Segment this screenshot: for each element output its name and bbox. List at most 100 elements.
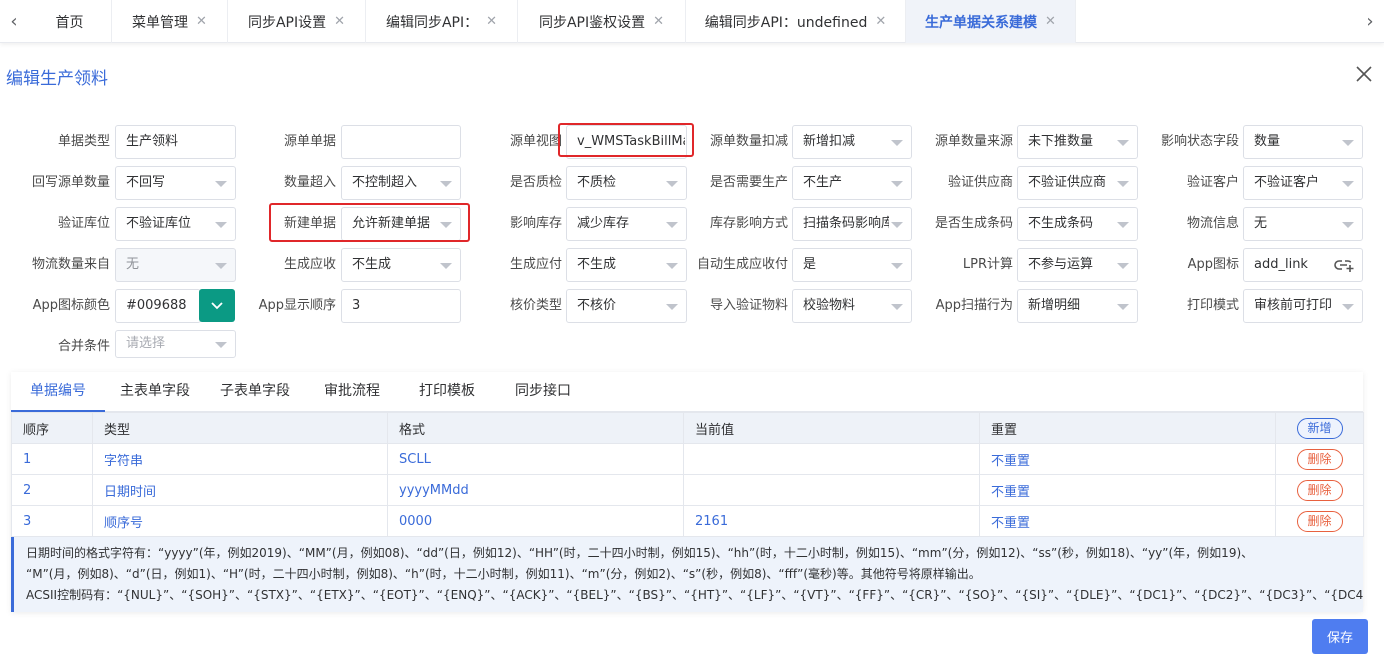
close-icon[interactable]: ✕ xyxy=(653,14,664,29)
label-app-scan-behavior: App扫描行为 xyxy=(935,298,1013,313)
panel-tab-bar: 单据编号 主表单字段 子表单字段 审批流程 打印模板 同步接口 xyxy=(11,372,1363,412)
tabs-scroll-right-icon[interactable]: › xyxy=(1356,0,1384,43)
source-doc-input[interactable] xyxy=(341,125,461,159)
chevron-down-icon xyxy=(666,304,678,310)
close-icon[interactable]: ✕ xyxy=(334,14,345,29)
tabs-scroll-left-icon[interactable]: ‹ xyxy=(0,0,28,43)
label-app-display-order: App显示顺序 xyxy=(258,298,336,313)
gen-payable-select[interactable]: 不生成 xyxy=(566,248,687,282)
label-writeback-qty: 回写源单数量 xyxy=(31,175,110,190)
label-status-field: 影响状态字段 xyxy=(1160,134,1239,149)
tab-label: 同步API鉴权设置 xyxy=(538,14,646,31)
save-button[interactable]: 保存 xyxy=(1312,619,1368,654)
column-header: 当前值 xyxy=(683,412,980,444)
quality-check-select[interactable]: 不质检 xyxy=(566,166,687,200)
tab-label: 首页 xyxy=(55,14,84,31)
status-field-select[interactable]: 数量 xyxy=(1243,125,1363,159)
column-header-actions: 新增 xyxy=(1275,412,1364,444)
delete-button[interactable]: 删除 xyxy=(1296,448,1343,470)
tab-doc-numbering[interactable]: 单据编号 xyxy=(11,372,105,412)
cell-current-value: 2161 xyxy=(683,505,980,537)
source-qty-origin-select[interactable]: 未下推数量 xyxy=(1017,125,1138,159)
cell-reset: 不重置 xyxy=(979,474,1276,506)
column-header: 重置 xyxy=(979,412,1276,444)
chevron-down-icon xyxy=(891,140,903,146)
gen-barcode-select[interactable]: 不生成条码 xyxy=(1017,207,1138,241)
tab-sync-interface[interactable]: 同步接口 xyxy=(495,372,591,412)
stock-mode-select[interactable]: 扫描条码影响库存 xyxy=(792,207,912,241)
close-icon[interactable]: ✕ xyxy=(1045,14,1056,29)
tab-label: 同步API设置 xyxy=(247,14,327,31)
label-import-verify-material: 导入验证物料 xyxy=(709,298,788,313)
add-link-icon[interactable] xyxy=(1334,257,1354,273)
tab-label: 编辑同步API： xyxy=(385,14,479,31)
app-icon-input[interactable]: add_link xyxy=(1243,248,1363,282)
gen-receivable-select[interactable]: 不生成 xyxy=(341,248,461,282)
cell-format: yyyyMMdd xyxy=(387,474,684,506)
table-row[interactable]: 2 日期时间 yyyyMMdd 不重置 删除 xyxy=(11,474,1364,506)
chevron-down-icon xyxy=(1117,304,1129,310)
logistics-info-select[interactable]: 无 xyxy=(1243,207,1363,241)
app-display-order-input[interactable]: 3 xyxy=(341,289,461,323)
label-need-production: 是否需要生产 xyxy=(709,175,788,190)
chevron-down-icon xyxy=(1117,181,1129,187)
note-line: ACSII控制码有：“{NUL}”、“{SOH}”、“{STX}”、“{ETX}… xyxy=(26,588,1363,602)
verify-customer-select[interactable]: 不验证客户 xyxy=(1243,166,1363,200)
verify-location-select[interactable]: 不验证库位 xyxy=(115,207,236,241)
tab-approval-flow[interactable]: 审批流程 xyxy=(305,372,399,412)
tab-production-doc-modeling[interactable]: 生产单据关系建模 ✕ xyxy=(906,0,1076,43)
merge-condition-select[interactable]: 请选择 xyxy=(115,330,236,358)
tab-sync-api-auth-settings[interactable]: 同步API鉴权设置 ✕ xyxy=(518,0,686,43)
import-verify-material-select[interactable]: 校验物料 xyxy=(792,289,912,323)
table-row[interactable]: 3 顺序号 0000 2161 不重置 删除 xyxy=(11,505,1364,537)
pricing-type-select[interactable]: 不核价 xyxy=(566,289,687,323)
table-row[interactable]: 1 字符串 SCLL 不重置 删除 xyxy=(11,443,1364,475)
cell-current-value xyxy=(683,474,980,506)
close-icon[interactable]: ✕ xyxy=(486,14,497,29)
close-icon[interactable]: ✕ xyxy=(196,14,207,29)
chevron-down-icon xyxy=(1342,222,1354,228)
need-production-select[interactable]: 不生产 xyxy=(792,166,912,200)
label-affect-stock: 影响库存 xyxy=(509,216,562,231)
logistics-qty-from-select[interactable]: 无 xyxy=(115,248,236,282)
numbering-table: 顺序 类型 格式 当前值 重置 新增 1 字符串 SCLL 不重置 删除 2 日… xyxy=(11,412,1364,537)
tab-sync-api-settings[interactable]: 同步API设置 ✕ xyxy=(228,0,366,43)
app-icon-color-input[interactable]: #009688 xyxy=(115,289,201,323)
tabs-panel: 单据编号 主表单字段 子表单字段 审批流程 打印模板 同步接口 顺序 类型 格式… xyxy=(11,372,1364,612)
label-qty-over: 数量超入 xyxy=(283,175,336,190)
tab-main-form-fields[interactable]: 主表单字段 xyxy=(105,372,205,412)
label-quality-check: 是否质检 xyxy=(509,175,562,190)
delete-button[interactable]: 删除 xyxy=(1296,510,1343,532)
tab-sub-form-fields[interactable]: 子表单字段 xyxy=(205,372,305,412)
label-verify-supplier: 验证供应商 xyxy=(947,175,1013,190)
affect-stock-select[interactable]: 减少库存 xyxy=(566,207,687,241)
cell-reset: 不重置 xyxy=(979,443,1276,475)
tab-print-template[interactable]: 打印模板 xyxy=(399,372,495,412)
auto-gen-ar-ap-select[interactable]: 是 xyxy=(792,248,912,282)
lpr-calc-select[interactable]: 不参与运算 xyxy=(1017,248,1138,282)
print-mode-select[interactable]: 审核前可打印 xyxy=(1243,289,1363,323)
qty-over-select[interactable]: 不控制超入 xyxy=(341,166,461,200)
app-scan-behavior-select[interactable]: 新增明细 xyxy=(1017,289,1138,323)
add-button[interactable]: 新增 xyxy=(1296,417,1343,439)
chevron-down-icon xyxy=(1117,222,1129,228)
delete-button[interactable]: 删除 xyxy=(1296,479,1343,501)
verify-supplier-select[interactable]: 不验证供应商 xyxy=(1017,166,1138,200)
chevron-down-icon xyxy=(1117,140,1129,146)
tab-label: 生产单据关系建模 xyxy=(925,14,1038,31)
close-icon[interactable] xyxy=(1353,63,1375,85)
tab-edit-sync-api-undefined[interactable]: 编辑同步API：undefined ✕ xyxy=(686,0,906,43)
tab-home[interactable]: 首页 xyxy=(28,0,112,43)
highlight-box xyxy=(269,203,470,242)
writeback-qty-select[interactable]: 不回写 xyxy=(115,166,236,200)
dialog-title: 编辑生产领料 xyxy=(6,69,108,89)
label-logistics-info: 物流信息 xyxy=(1186,216,1239,231)
doc-type-input[interactable]: 生产领料 xyxy=(115,125,236,159)
tab-menu-management[interactable]: 菜单管理 ✕ xyxy=(112,0,228,43)
tab-edit-sync-api[interactable]: 编辑同步API： ✕ xyxy=(366,0,518,43)
source-qty-deduct-select[interactable]: 新增扣减 xyxy=(792,125,912,159)
note-line: “M”(月，例如8)、“d”(日，例如1)、“H”(时，二十四小时制，例如8)、… xyxy=(26,567,981,581)
close-icon[interactable]: ✕ xyxy=(875,14,886,29)
cell-reset: 不重置 xyxy=(979,505,1276,537)
chevron-down-icon xyxy=(211,301,223,309)
